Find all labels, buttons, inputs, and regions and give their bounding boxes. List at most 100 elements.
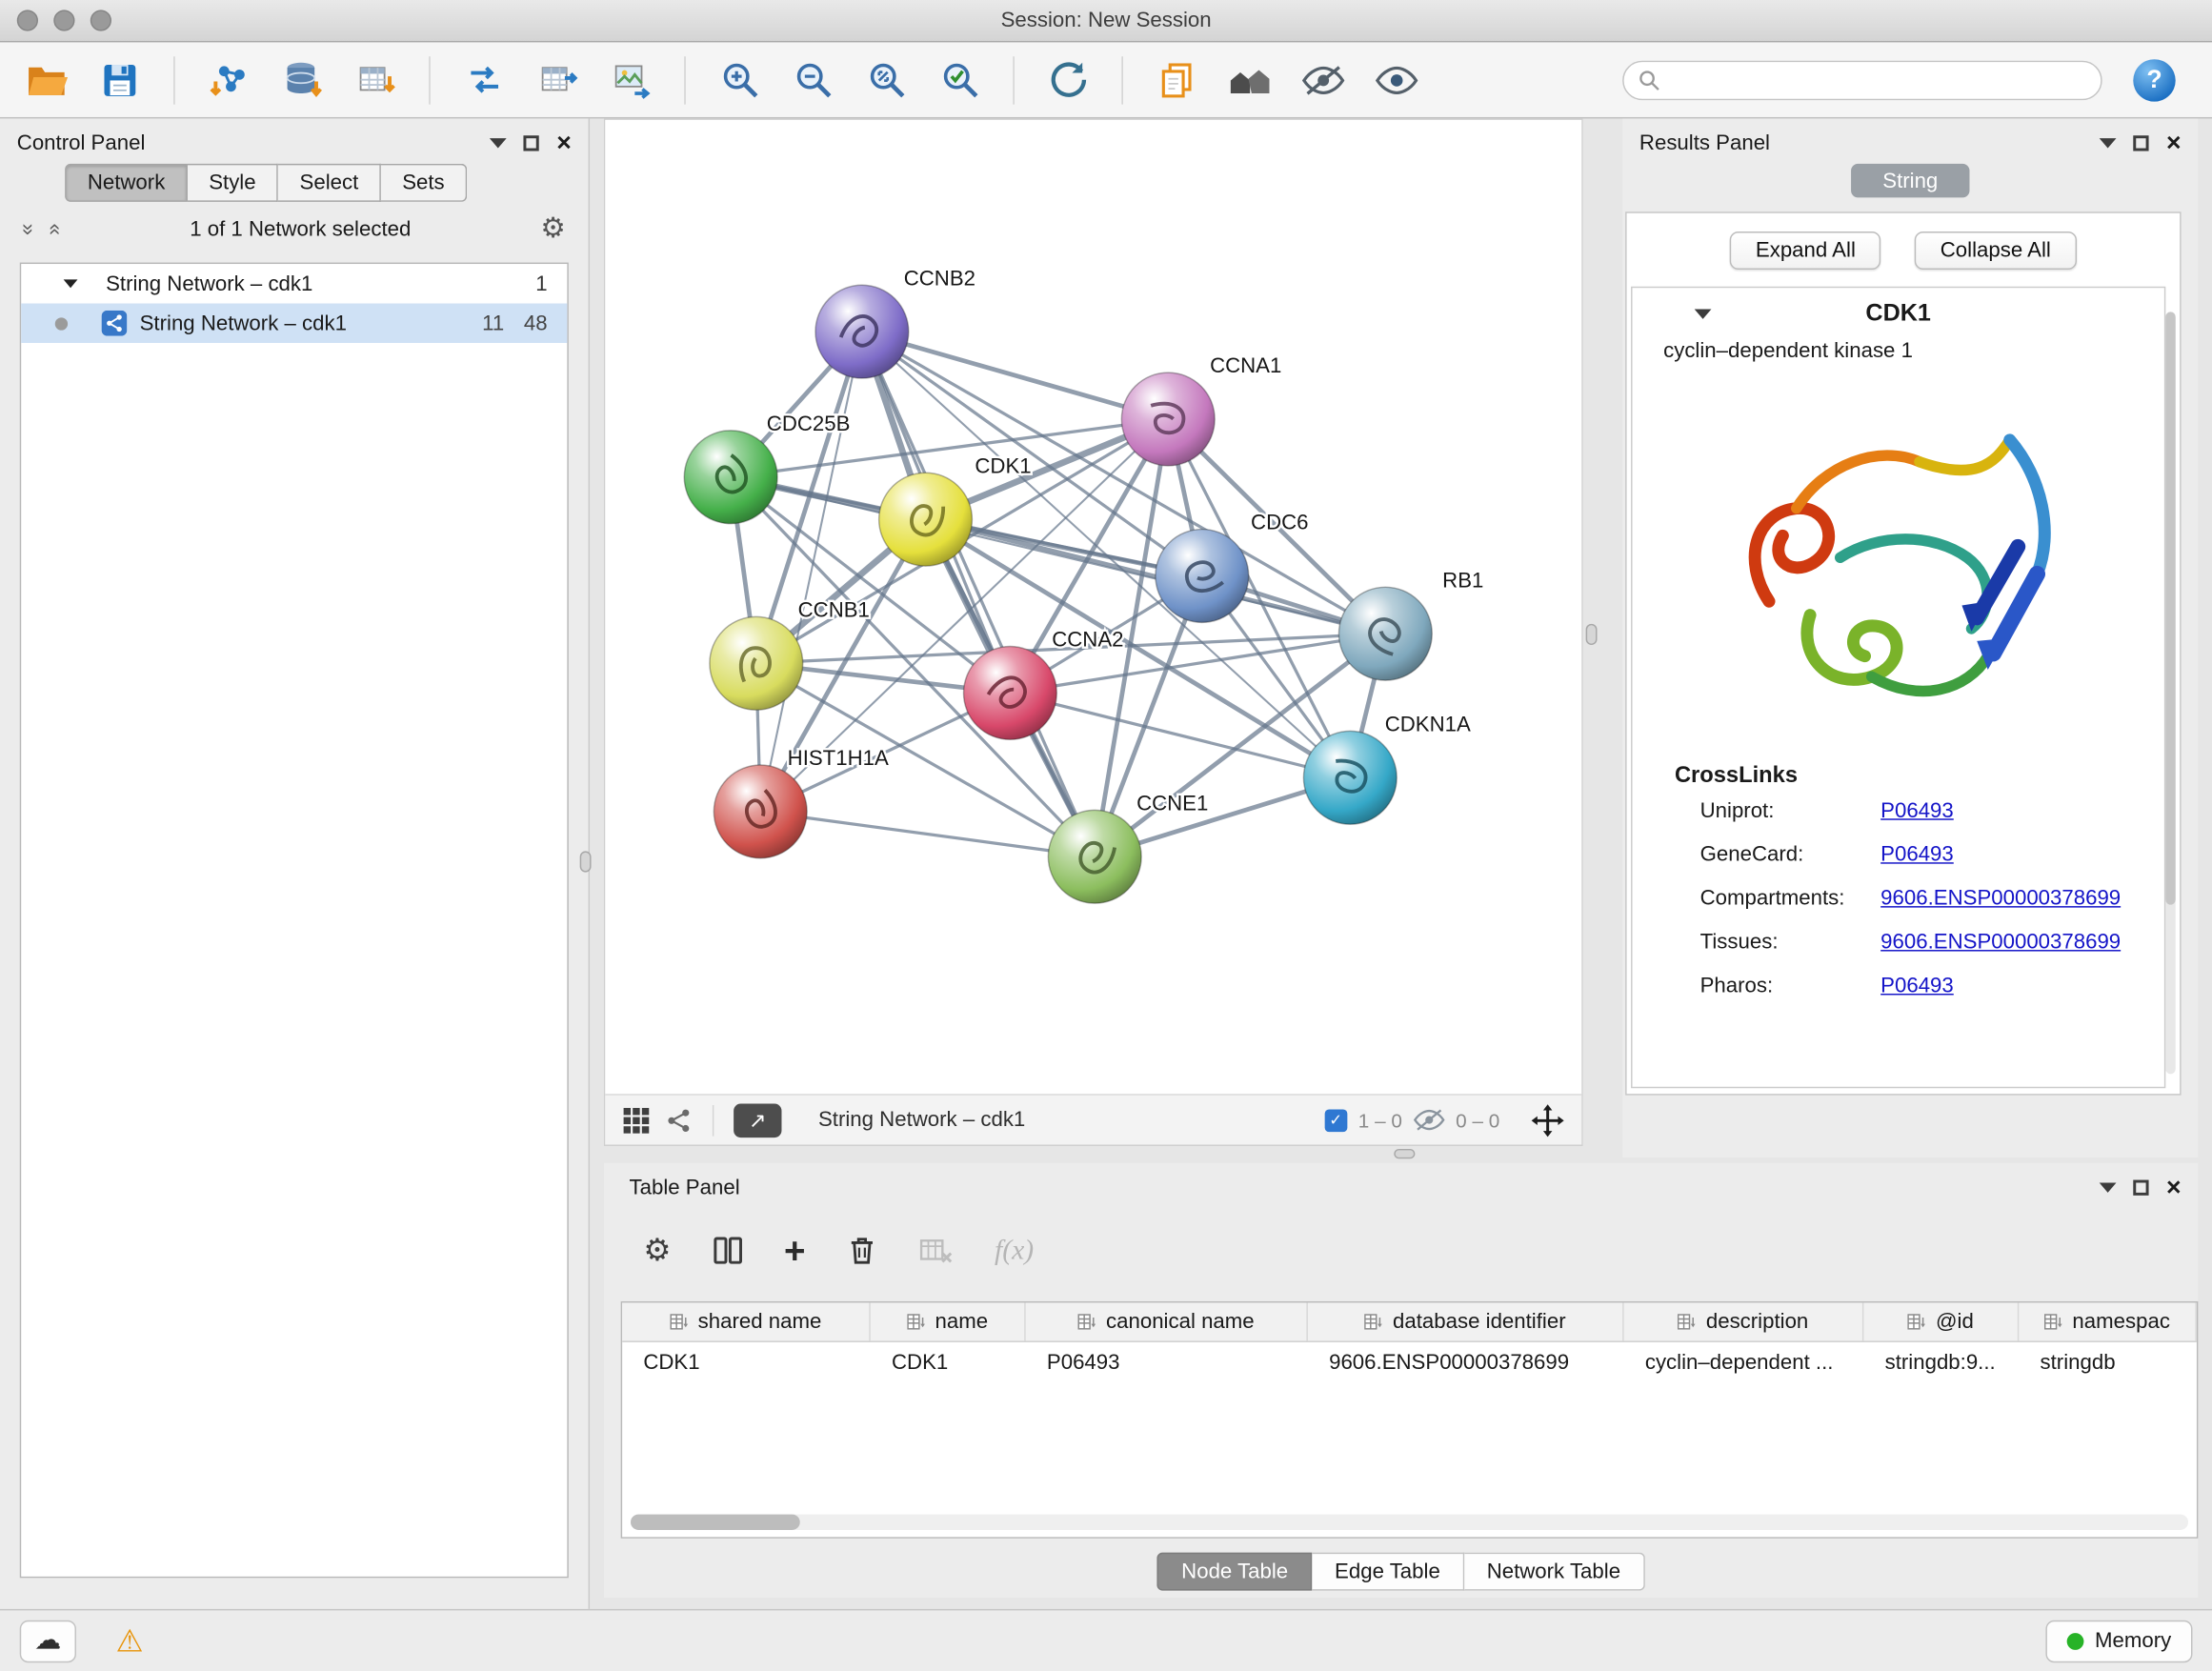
- column-header-namespac[interactable]: namespac: [2019, 1302, 2197, 1340]
- column-header-shared-name[interactable]: shared name: [622, 1302, 871, 1340]
- hide-selected-button[interactable]: [1291, 48, 1356, 112]
- expand-all-button[interactable]: Expand All: [1730, 232, 1880, 270]
- control-tab-sets[interactable]: Sets: [381, 164, 467, 202]
- zoom-in-button[interactable]: [707, 48, 772, 112]
- table-hscrollbar[interactable]: [631, 1515, 2188, 1530]
- network-node-CCNB1[interactable]: [710, 616, 803, 710]
- minimize-window-button[interactable]: [53, 10, 74, 30]
- column-header-description[interactable]: description: [1624, 1302, 1864, 1340]
- control-tab-network[interactable]: Network: [65, 164, 188, 202]
- table-hscrollbar-thumb[interactable]: [631, 1515, 800, 1530]
- float-panel-icon[interactable]: [2134, 1179, 2149, 1195]
- network-node-CCNE1[interactable]: [1048, 810, 1141, 903]
- close-panel-icon[interactable]: ×: [556, 130, 572, 155]
- crosslink-value-link[interactable]: 9606.ENSP00000378699: [1880, 930, 2121, 954]
- tab-network-table[interactable]: Network Table: [1464, 1553, 1644, 1591]
- network-options-gear-icon[interactable]: ⚙: [540, 214, 566, 243]
- disclosure-triangle-icon[interactable]: [64, 279, 78, 288]
- search-input[interactable]: [1669, 69, 2086, 91]
- control-panel-title: Control Panel: [17, 131, 146, 154]
- open-in-window-button[interactable]: ↗: [734, 1103, 781, 1137]
- vertical-splitter-handle[interactable]: [580, 851, 592, 872]
- panel-menu-icon[interactable]: [2100, 1182, 2117, 1192]
- section-collapse-icon[interactable]: [1695, 309, 1712, 318]
- grid-view-icon[interactable]: [622, 1106, 651, 1135]
- warning-icon[interactable]: ⚠: [115, 1625, 143, 1657]
- close-window-button[interactable]: [17, 10, 38, 30]
- panel-menu-icon[interactable]: [491, 137, 508, 147]
- delete-column-button[interactable]: [845, 1234, 879, 1268]
- expand-all-networks-icon[interactable]: »: [16, 223, 40, 234]
- control-tab-select[interactable]: Select: [278, 164, 381, 202]
- node-label: CCNA2: [1052, 628, 1123, 652]
- open-session-button[interactable]: [14, 48, 79, 112]
- control-tab-style[interactable]: Style: [188, 164, 278, 202]
- collapse-all-networks-icon[interactable]: »: [42, 223, 66, 234]
- network-node-RB1[interactable]: [1338, 587, 1432, 680]
- refresh-layout-button[interactable]: [1036, 48, 1100, 112]
- selected-checkbox-icon[interactable]: ✓: [1324, 1109, 1347, 1132]
- column-header-id[interactable]: @id: [1863, 1302, 2019, 1340]
- float-panel-icon[interactable]: [2134, 134, 2149, 150]
- results-scrollbar[interactable]: [2165, 312, 2175, 1074]
- column-header-canonical-name[interactable]: canonical name: [1026, 1302, 1308, 1340]
- network-node-CDK1[interactable]: [879, 473, 973, 566]
- crosslink-value-link[interactable]: 9606.ENSP00000378699: [1880, 886, 2121, 910]
- memory-button[interactable]: Memory: [2045, 1620, 2192, 1661]
- add-column-button[interactable]: +: [784, 1232, 805, 1269]
- table-row[interactable]: CDK1CDK1P064939606.ENSP00000378699cyclin…: [622, 1342, 2197, 1381]
- network-node-HIST1H1A[interactable]: [714, 765, 807, 858]
- save-session-button[interactable]: [88, 48, 152, 112]
- import-table-button[interactable]: [343, 48, 408, 112]
- export-network-button[interactable]: [452, 48, 516, 112]
- table-toolbar: ⚙ + f(x): [643, 1219, 1034, 1281]
- network-edge[interactable]: [760, 332, 862, 812]
- table-settings-button[interactable]: ⚙: [643, 1235, 671, 1266]
- tab-edge-table[interactable]: Edge Table: [1312, 1553, 1464, 1591]
- network-node-CCNA1[interactable]: [1121, 372, 1215, 466]
- crosslink-value-link[interactable]: P06493: [1880, 842, 1954, 866]
- network-collection-row[interactable]: String Network – cdk1 1: [21, 264, 567, 303]
- network-edge[interactable]: [862, 332, 1168, 419]
- help-button[interactable]: ?: [2133, 58, 2175, 100]
- network-edge[interactable]: [862, 332, 1095, 856]
- export-table-button[interactable]: [525, 48, 590, 112]
- copy-document-button[interactable]: [1144, 48, 1209, 112]
- network-node-CDKN1A[interactable]: [1303, 731, 1397, 824]
- float-panel-icon[interactable]: [524, 134, 539, 150]
- network-node-CDC25B[interactable]: [684, 431, 777, 524]
- zoom-out-button[interactable]: [780, 48, 845, 112]
- show-columns-button[interactable]: [711, 1234, 745, 1268]
- collapse-all-button[interactable]: Collapse All: [1915, 232, 2076, 270]
- column-header-name[interactable]: name: [871, 1302, 1026, 1340]
- pan-crosshair-icon[interactable]: [1531, 1103, 1565, 1137]
- zoom-selected-button[interactable]: [927, 48, 992, 112]
- maximize-window-button[interactable]: [90, 10, 111, 30]
- results-scrollbar-thumb[interactable]: [2165, 312, 2175, 904]
- network-node-CCNB2[interactable]: [815, 285, 909, 378]
- search-box: [1622, 60, 2102, 99]
- cloud-button[interactable]: ☁: [20, 1620, 76, 1661]
- tab-node-table[interactable]: Node Table: [1157, 1553, 1312, 1591]
- network-row-selected[interactable]: String Network – cdk1 11 48: [21, 304, 567, 343]
- export-image-button[interactable]: [598, 48, 663, 112]
- import-network-database-button[interactable]: [270, 48, 334, 112]
- network-node-CCNA2[interactable]: [964, 647, 1057, 740]
- home-button[interactable]: [1217, 48, 1282, 112]
- vertical-splitter-handle[interactable]: [1586, 624, 1598, 645]
- show-all-button[interactable]: [1364, 48, 1429, 112]
- network-node-CDC6[interactable]: [1156, 530, 1249, 623]
- close-panel-icon[interactable]: ×: [2166, 1175, 2182, 1200]
- import-network-file-button[interactable]: [196, 48, 261, 112]
- share-network-icon[interactable]: [665, 1106, 694, 1135]
- column-header-database-identifier[interactable]: database identifier: [1308, 1302, 1624, 1340]
- zoom-fit-button[interactable]: [854, 48, 918, 112]
- network-canvas[interactable]: CCNB2CCNA1CDC25BCDK1CDC6RB1CCNB1CCNA2CDK…: [605, 120, 1581, 1094]
- crosslink-value-link[interactable]: P06493: [1880, 974, 1954, 997]
- horizontal-splitter-handle[interactable]: [1394, 1149, 1415, 1158]
- results-tab-string[interactable]: String: [1851, 164, 1969, 198]
- close-panel-icon[interactable]: ×: [2166, 130, 2182, 155]
- panel-menu-icon[interactable]: [2100, 137, 2117, 147]
- crosslink-value-link[interactable]: P06493: [1880, 799, 1954, 823]
- network-edge[interactable]: [760, 812, 1095, 856]
